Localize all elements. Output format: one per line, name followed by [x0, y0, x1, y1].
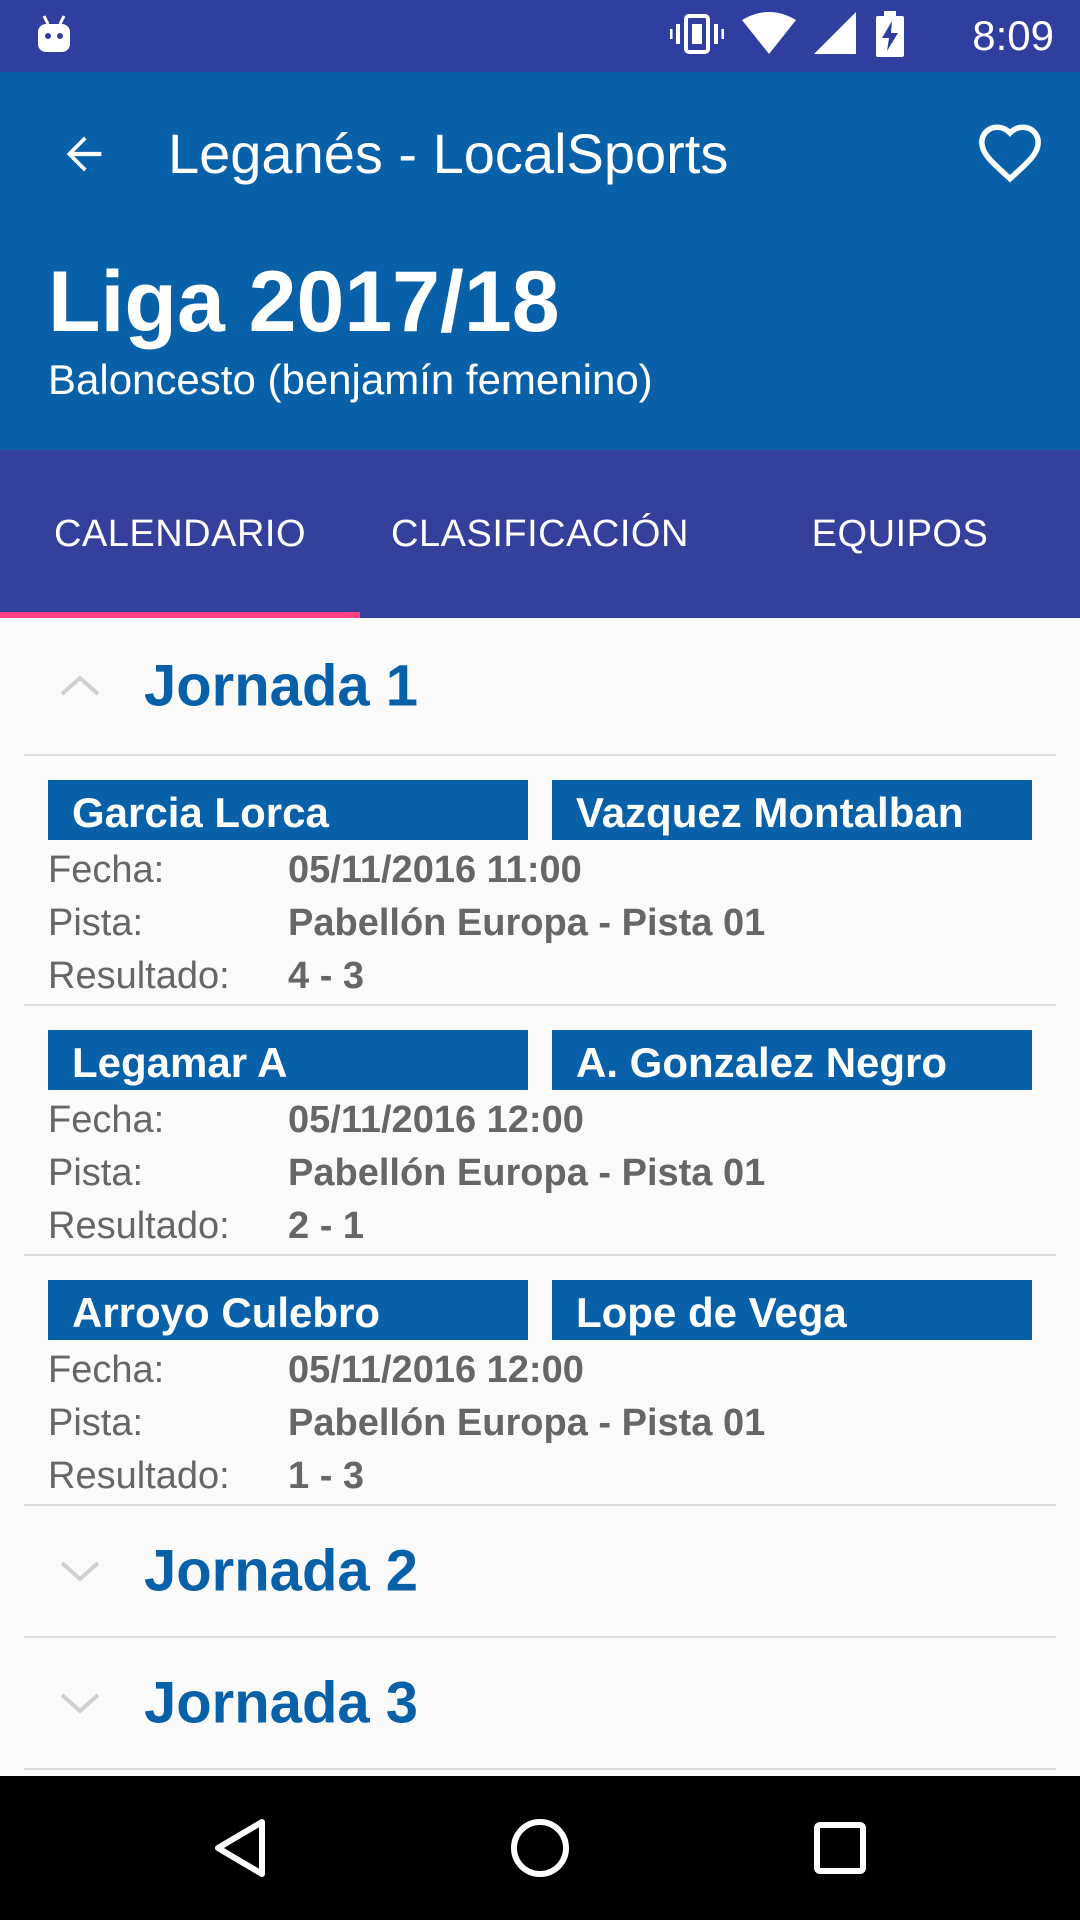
match-item[interactable]: Garcia Lorca Vazquez Montalban Fecha: 05… — [0, 756, 1080, 1004]
league-subtitle: Baloncesto (benjamín femenino) — [48, 356, 653, 403]
pista-value: Pabellón Europa - Pista 01 — [288, 1402, 766, 1444]
navigation-bar — [0, 1776, 1080, 1920]
signal-icon — [814, 11, 858, 61]
divider — [24, 1768, 1056, 1770]
chevron-down-icon — [60, 1561, 100, 1582]
home-team: Garcia Lorca — [48, 780, 528, 840]
nav-home-button[interactable] — [480, 1800, 600, 1896]
away-team: Vazquez Montalban — [552, 780, 1032, 840]
resultado-value: 2 - 1 — [288, 1205, 365, 1247]
android-debug-icon — [36, 14, 72, 54]
fecha-label: Fecha: — [48, 1349, 165, 1391]
back-arrow-icon — [66, 136, 102, 172]
pista-value: Pabellón Europa - Pista 01 — [288, 1152, 766, 1194]
resultado-label: Resultado: — [48, 1455, 230, 1497]
calendar-list[interactable]: Jornada 1 Garcia Lorca Vazquez Montalban… — [0, 618, 1080, 1776]
app-bar: Leganés - LocalSports Liga 2017/18 Balon… — [0, 72, 1080, 450]
resultado-value: 1 - 3 — [288, 1455, 365, 1497]
chevron-up-icon — [60, 675, 100, 696]
fecha-value: 05/11/2016 12:00 — [288, 1099, 584, 1141]
jornada-header[interactable]: Jornada 1 — [0, 618, 1080, 754]
recents-square-icon — [814, 1822, 866, 1874]
fecha-label: Fecha: — [48, 849, 165, 891]
pista-value: Pabellón Europa - Pista 01 — [288, 902, 766, 944]
nav-back-button[interactable] — [180, 1800, 300, 1896]
chevron-down-icon — [60, 1693, 100, 1714]
pista-label: Pista: — [48, 1152, 144, 1194]
wifi-icon — [742, 11, 796, 61]
jornada-header[interactable]: Jornada 3 — [0, 1638, 1080, 1768]
match-item[interactable]: Arroyo Culebro Lope de Vega Fecha: 05/11… — [0, 1256, 1080, 1504]
battery-charging-icon — [876, 10, 904, 62]
jornada-title: Jornada 3 — [144, 1670, 418, 1736]
home-team: Legamar A — [48, 1030, 528, 1090]
away-team: Lope de Vega — [552, 1280, 1032, 1340]
back-button[interactable] — [44, 114, 124, 194]
fecha-label: Fecha: — [48, 1099, 165, 1141]
pista-label: Pista: — [48, 1402, 144, 1444]
back-triangle-icon — [215, 1819, 265, 1877]
fecha-value: 05/11/2016 11:00 — [288, 849, 582, 891]
league-title: Liga 2017/18 — [48, 254, 560, 350]
tab-calendario[interactable]: CALENDARIO — [0, 450, 360, 618]
fecha-value: 05/11/2016 12:00 — [288, 1349, 584, 1391]
favorite-button[interactable] — [968, 112, 1052, 196]
match-item[interactable]: Legamar A A. Gonzalez Negro Fecha: 05/11… — [0, 1006, 1080, 1254]
system-icons — [669, 10, 904, 62]
jornada-title: Jornada 1 — [144, 653, 418, 719]
jornada-header[interactable]: Jornada 2 — [0, 1506, 1080, 1636]
tab-clasificacion[interactable]: CLASIFICACIÓN — [360, 450, 720, 618]
resultado-value: 4 - 3 — [288, 955, 365, 997]
home-circle-icon — [511, 1819, 569, 1877]
resultado-label: Resultado: — [48, 955, 230, 997]
tab-equipos[interactable]: EQUIPOS — [720, 450, 1080, 618]
vibrate-icon — [669, 12, 725, 61]
jornada-title: Jornada 2 — [144, 1538, 418, 1604]
away-team: A. Gonzalez Negro — [552, 1030, 1032, 1090]
status-bar: 8:09 — [0, 0, 1080, 72]
home-team: Arroyo Culebro — [48, 1280, 528, 1340]
tab-bar: CALENDARIO CLASIFICACIÓN EQUIPOS — [0, 450, 1080, 618]
app-title: Leganés - LocalSports — [168, 122, 729, 185]
resultado-label: Resultado: — [48, 1205, 230, 1247]
pista-label: Pista: — [48, 902, 144, 944]
clock: 8:09 — [972, 12, 1054, 59]
heart-icon — [979, 124, 1041, 183]
nav-recents-button[interactable] — [780, 1800, 900, 1896]
